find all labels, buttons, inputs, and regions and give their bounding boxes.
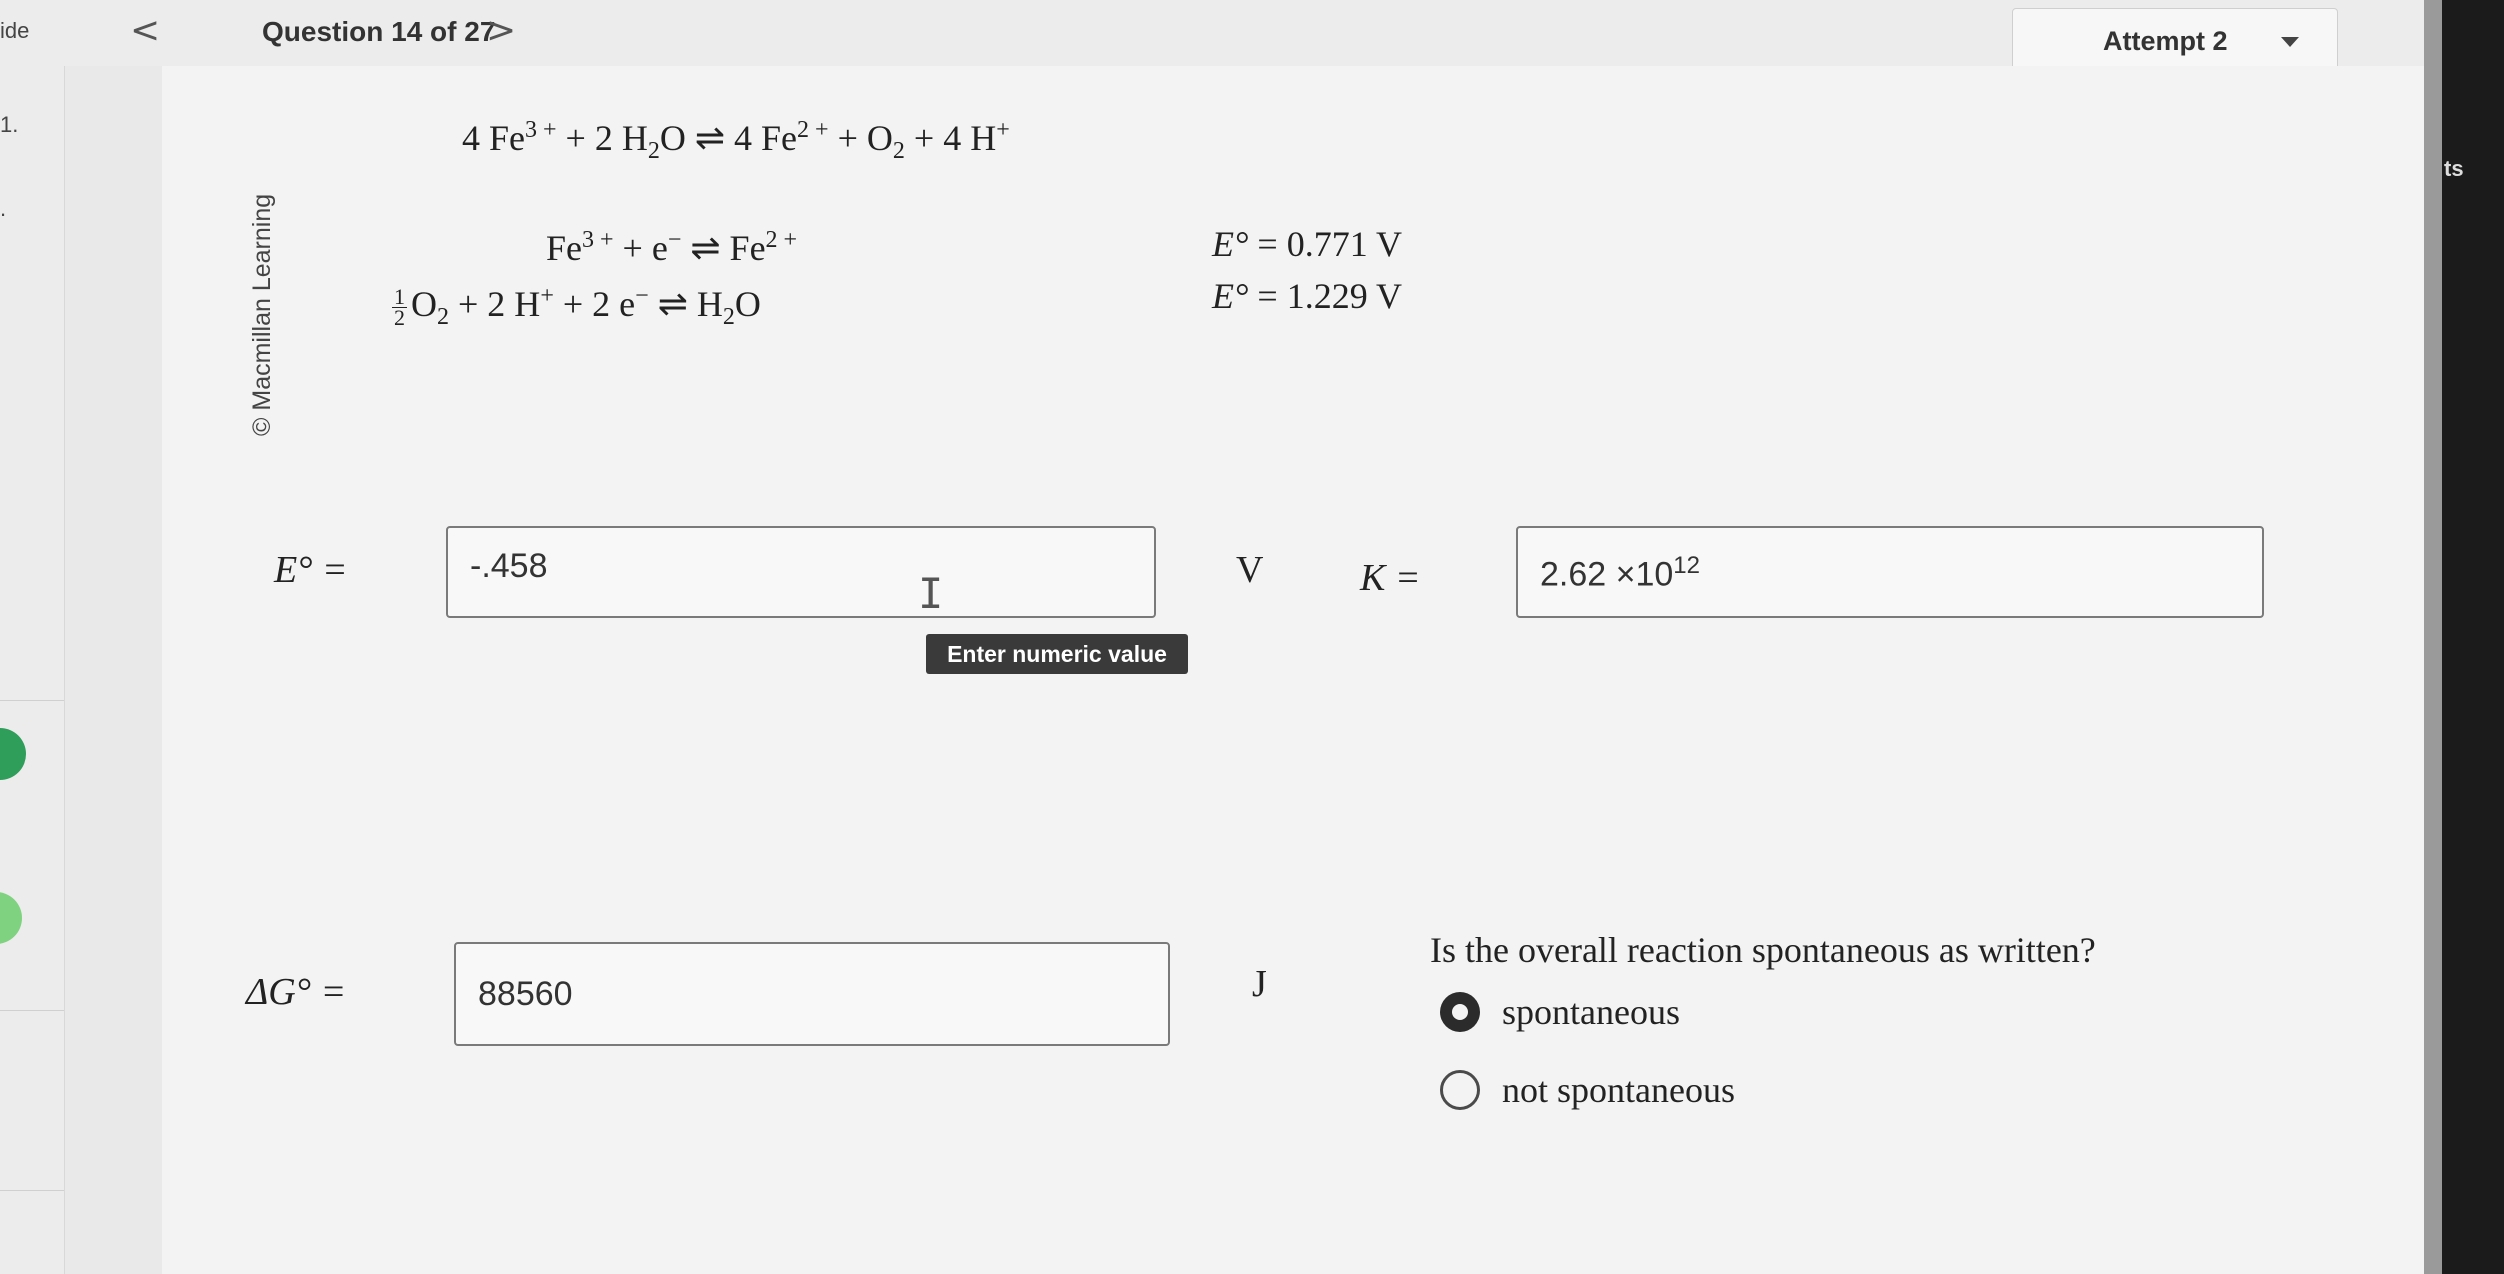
attempt-label: Attempt 2 xyxy=(2103,26,2228,56)
text-cursor-icon: I xyxy=(918,569,944,618)
question-title: Question 14 of 27 xyxy=(262,16,496,47)
equilibrium-arrow-icon: ⇌ xyxy=(681,228,730,268)
delta-g-input[interactable]: 88560 xyxy=(454,942,1170,1046)
sidebar-text-mid: 1. xyxy=(0,112,19,137)
e-standard-label: E° = xyxy=(274,549,348,591)
k-input[interactable]: 2.62 ×1012 xyxy=(1516,526,2264,618)
spontaneity-question: Is the overall reaction spontaneous as w… xyxy=(1430,930,2096,970)
question-nav-bar: < Question 14 of 27 > Attempt 2 xyxy=(64,0,2424,72)
radio-selected-icon[interactable] xyxy=(1440,992,1480,1032)
half-reaction-2: 1 2 O2 + 2 H+ + 2 e− ⇌ H2O xyxy=(392,283,761,331)
delta-g-unit-label: J xyxy=(1252,963,1267,1005)
caret-down-icon xyxy=(2281,37,2299,47)
right-edge: ts xyxy=(2424,0,2504,1274)
radio-unselected-icon[interactable] xyxy=(1440,1070,1480,1110)
e-unit-label: V xyxy=(1236,549,1264,591)
half-reaction-1: Fe3 + + e− ⇌ Fe2 + xyxy=(546,227,798,268)
sidebar-divider xyxy=(0,1190,64,1191)
sidebar-divider xyxy=(0,1010,64,1011)
delta-g-label: ΔG° = xyxy=(246,971,347,1013)
equilibrium-arrow-icon: ⇌ xyxy=(685,118,735,158)
attempt-dropdown[interactable]: Attempt 2 xyxy=(2012,8,2338,72)
right-edge-text: ts xyxy=(2444,156,2464,181)
left-sidebar: ide 1. . xyxy=(0,0,65,1274)
e-standard-value: -.458 xyxy=(470,547,548,585)
progress-dot-icon[interactable] xyxy=(0,728,26,780)
sidebar-divider xyxy=(0,700,64,701)
half-reaction-2-potential: E° = 1.229 V xyxy=(1212,276,1403,316)
progress-dot-icon[interactable] xyxy=(0,892,22,944)
sidebar-text-dot: . xyxy=(0,196,7,221)
equilibrium-arrow-icon: ⇌ xyxy=(648,284,697,324)
e-standard-input[interactable]: -.458 xyxy=(446,526,1156,618)
right-edge-border xyxy=(2424,0,2442,1274)
prev-question-button[interactable]: < xyxy=(130,8,160,54)
one-half-fraction: 12 xyxy=(392,284,407,331)
input-tooltip: Enter numeric value xyxy=(926,634,1188,674)
next-question-button[interactable]: > xyxy=(486,8,516,54)
overall-reaction: 4 Fe3 + + 2 H2O ⇌ 4 Fe2 + + O2 + 4 H+ xyxy=(462,117,1010,165)
k-label: K = xyxy=(1360,557,1421,599)
half-reaction-1-potential: E° = 0.771 V xyxy=(1212,224,1403,264)
copyright-credit: © Macmillan Learning xyxy=(248,193,276,436)
delta-g-value: 88560 xyxy=(478,975,573,1013)
sidebar-text-top: ide xyxy=(0,18,30,43)
k-value: 2.62 ×1012 xyxy=(1540,552,1700,594)
